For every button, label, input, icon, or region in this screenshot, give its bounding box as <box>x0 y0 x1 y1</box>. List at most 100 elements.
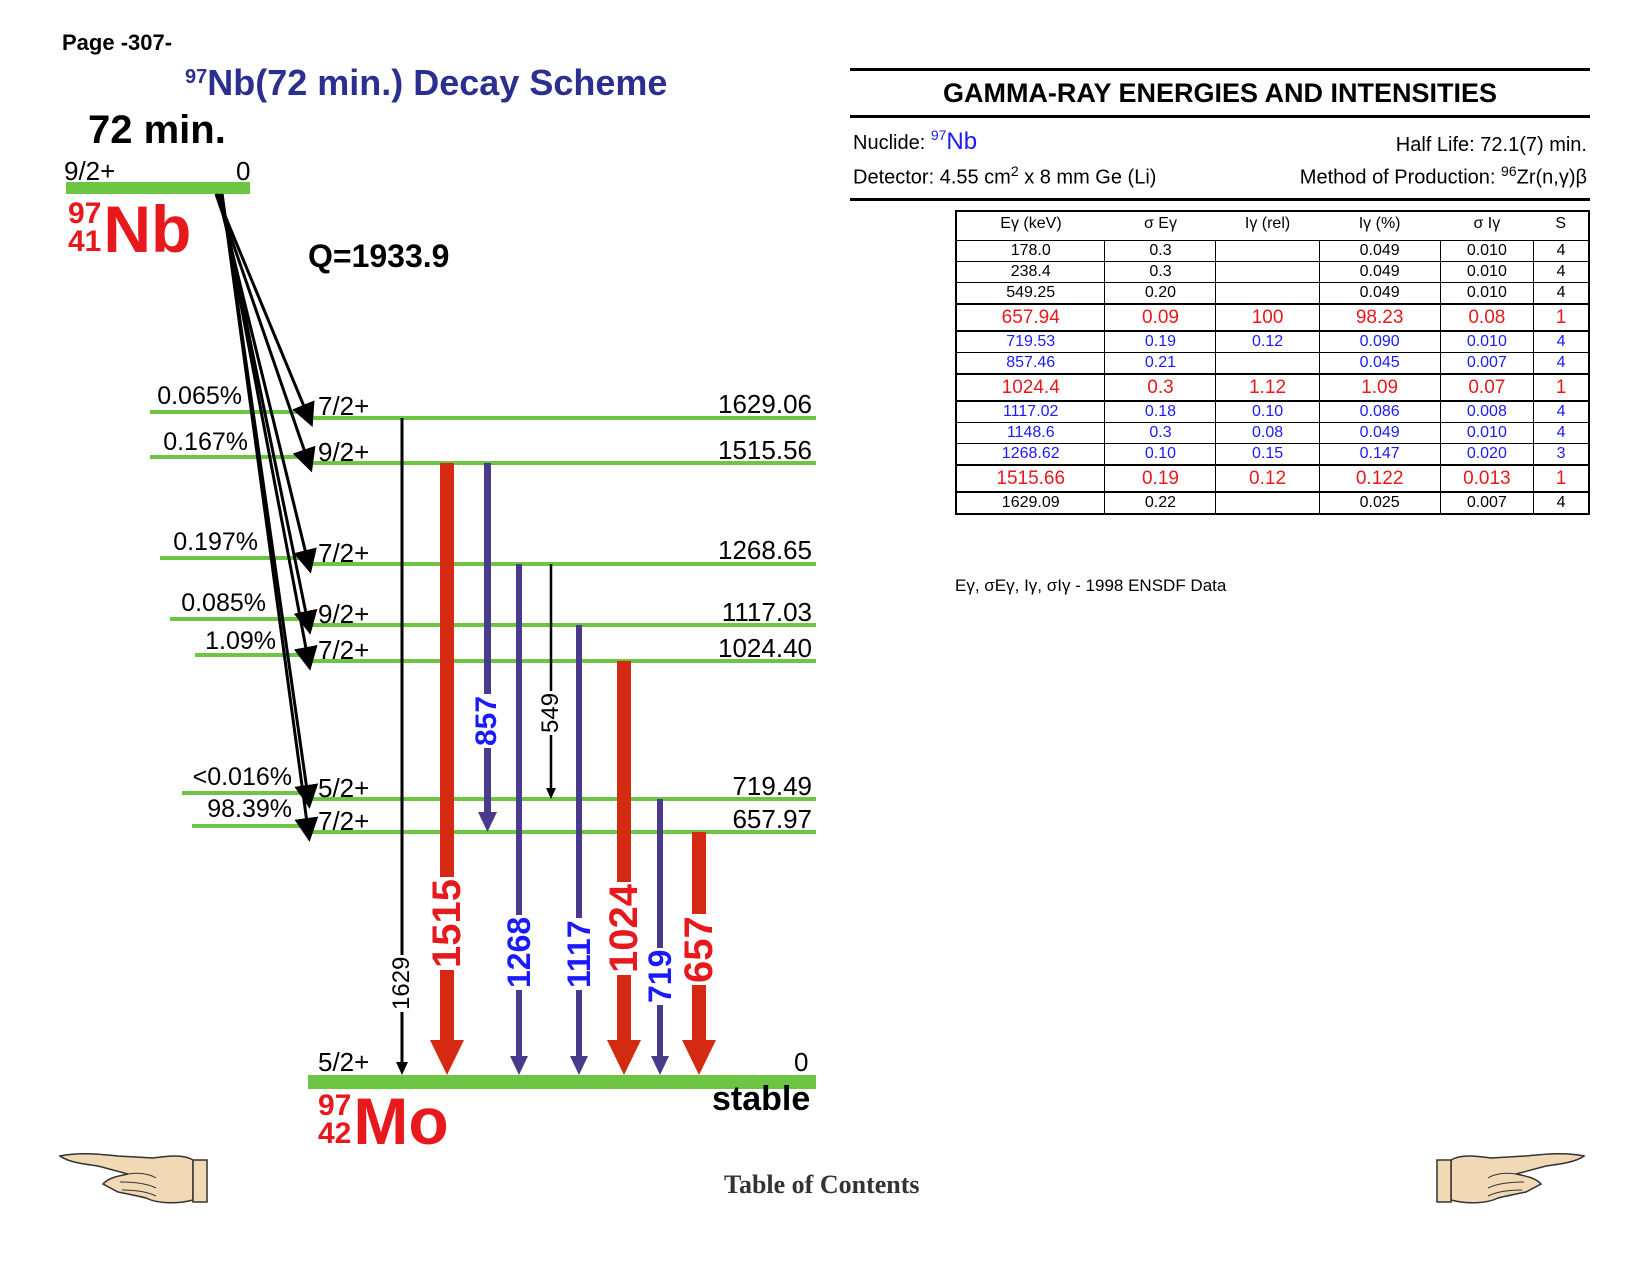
table-cell: 0.18 <box>1104 400 1217 423</box>
column-header: σ Eγ <box>1143 215 1177 232</box>
gamma-table: Eγ (keV) σ Eγ Iγ (rel) Iγ (%) σ Iγ S 178.0 0.3… <box>955 210 1590 515</box>
production-rest: Zr(n,γ)β <box>1516 166 1587 189</box>
table-cell: 719.53 <box>955 330 1106 353</box>
table-cell: 0.3 <box>1104 240 1217 262</box>
table-cell: 1629.09 <box>955 491 1106 515</box>
level-spin: 9/2+ <box>318 599 370 629</box>
table-cell: 1117.02 <box>955 400 1106 423</box>
gamma-table-header: Eγ (keV) σ Eγ Iγ (rel) Iγ (%) σ Iγ S <box>956 211 1589 241</box>
beta-branch: 0.065% <box>157 382 242 410</box>
column-header: S <box>1555 215 1567 232</box>
gamma-arrow-719 <box>657 799 663 1058</box>
table-cell: 0.010 <box>1439 282 1535 305</box>
beta-branch: 98.39% <box>207 795 292 823</box>
table-cell: 0.122 <box>1318 464 1441 493</box>
table-cell: 1148.6 <box>955 422 1106 444</box>
daughter-nuclide: 97 42Mo <box>318 1088 449 1154</box>
gamma-label-1268: 1268 <box>501 914 537 990</box>
parent-spin: 9/2+ <box>64 156 116 186</box>
pointing-hand-right-icon[interactable] <box>1436 1148 1586 1208</box>
column-header: Iγ (%) <box>1358 215 1401 232</box>
parent-energy: 0 <box>236 156 251 186</box>
table-cell: 4 <box>1533 240 1590 262</box>
beta-decay-arrows <box>214 193 319 842</box>
table-cell: 0.010 <box>1439 330 1535 353</box>
daughter-z: 42 <box>318 1117 352 1150</box>
table-row: 549.25 0.20 0.049 0.010 4 <box>955 282 1590 305</box>
table-cell: 0.15 <box>1215 443 1320 466</box>
table-row: 178.0 0.3 0.049 0.010 4 <box>955 240 1590 262</box>
table-cell: 549.25 <box>955 282 1106 305</box>
gamma-arrow-1024 <box>617 661 631 1043</box>
table-cell: 0.21 <box>1104 352 1217 375</box>
production-label: Method of Production: <box>1299 166 1502 189</box>
table-cell: 178.0 <box>955 240 1106 262</box>
level-energy: 657.97 <box>732 804 812 834</box>
table-cell: 1 <box>1533 373 1590 402</box>
daughter-scripts: 97 42 <box>318 1091 352 1150</box>
beta-branch: 0.167% <box>163 428 248 456</box>
table-row: 657.94 0.09 100 98.23 0.08 1 <box>955 303 1590 332</box>
beta-branch: 1.09% <box>205 627 276 655</box>
parent-scripts: 97 41 <box>68 199 102 258</box>
table-cell: 1515.66 <box>955 464 1106 493</box>
table-cell: 3 <box>1533 443 1590 466</box>
level-spin: 9/2+ <box>318 437 370 467</box>
decay-scheme-graphics <box>66 182 816 1089</box>
gamma-label-1629: 1629 <box>388 954 415 1012</box>
level-spin: 7/2+ <box>318 391 370 421</box>
table-cell: 238.4 <box>955 261 1106 283</box>
table-cell: 0.049 <box>1318 240 1441 262</box>
gamma-label-657: 657 <box>677 914 721 985</box>
daughter-symbol: Mo <box>353 1084 449 1158</box>
table-row: 238.4 0.3 0.049 0.010 4 <box>955 261 1590 283</box>
table-cell: 0.19 <box>1104 464 1217 493</box>
level-energy: 1117.03 <box>721 597 812 627</box>
table-cell <box>1215 261 1320 283</box>
gamma-label-1024: 1024 <box>602 882 646 975</box>
table-row: 857.46 0.21 0.045 0.007 4 <box>955 352 1590 375</box>
level-spin: 7/2+ <box>318 538 370 568</box>
beta-branch: <0.016% <box>192 763 292 791</box>
table-cell: 0.049 <box>1318 261 1441 283</box>
table-row: 1117.02 0.18 0.10 0.086 0.008 4 <box>955 400 1590 423</box>
level-energy: 1515.56 <box>718 435 812 465</box>
pointing-hand-left-icon[interactable] <box>58 1148 208 1208</box>
table-cell: 0.10 <box>1215 400 1320 423</box>
rule-line <box>850 115 1590 118</box>
daughter-status: stable <box>712 1080 811 1118</box>
table-cell: 1.09 <box>1318 373 1441 402</box>
table-cell: 0.025 <box>1318 491 1441 515</box>
level-spin: 5/2+ <box>318 773 370 803</box>
table-cell: 0.10 <box>1104 443 1217 466</box>
table-cell: 0.010 <box>1439 261 1535 283</box>
q-value: Q=1933.9 <box>308 238 450 274</box>
table-cell: 0.19 <box>1104 330 1217 353</box>
table-cell: 0.010 <box>1439 422 1535 444</box>
nuclide-info: Nuclide: 97Nb <box>853 127 977 156</box>
production-info: Method of Production: 96Zr(n,γ)β <box>1300 163 1587 190</box>
column-header: σ Iγ <box>1473 215 1501 232</box>
gamma-arrowhead <box>396 1062 408 1075</box>
gamma-label-549: 549 <box>537 690 564 735</box>
parent-symbol: Nb <box>103 192 192 266</box>
table-cell: 0.12 <box>1215 330 1320 353</box>
nuclide-symbol: Nb <box>946 128 978 155</box>
level-spin: 7/2+ <box>318 635 370 665</box>
table-of-contents-link[interactable]: Table of Contents <box>724 1170 920 1200</box>
table-row: 719.53 0.19 0.12 0.090 0.010 4 <box>955 330 1590 353</box>
table-cell <box>1215 352 1320 375</box>
level-spin: 7/2+ <box>318 806 370 836</box>
detector-info: Detector: 4.55 cm2 x 8 mm Ge (Li) <box>853 163 1156 190</box>
parent-z: 41 <box>68 225 102 258</box>
gamma-label-719: 719 <box>642 947 678 1005</box>
gamma-arrowhead <box>651 1056 669 1075</box>
table-cell: 0.22 <box>1104 491 1217 515</box>
table-cell: 4 <box>1533 261 1590 283</box>
table-cell: 657.94 <box>955 303 1106 332</box>
table-cell: 4 <box>1533 352 1590 375</box>
level-energy: 1268.65 <box>718 535 812 565</box>
detector-sup: 2 <box>1010 163 1019 179</box>
table-cell: 100 <box>1215 303 1320 332</box>
daughter-energy: 0 <box>794 1047 809 1077</box>
